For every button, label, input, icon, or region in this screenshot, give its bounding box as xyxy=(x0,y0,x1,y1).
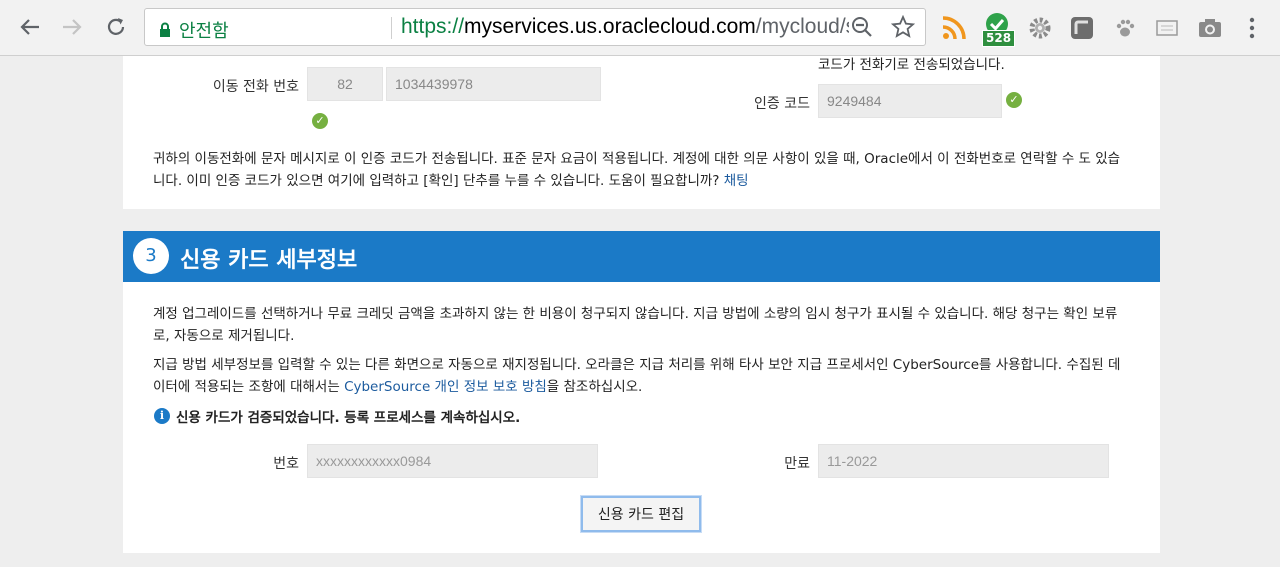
paw-icon xyxy=(1116,19,1135,37)
expiry-field[interactable]: 11-2022 xyxy=(818,444,1109,478)
code-sent-message: 코드가 전화기로 전송되었습니다. xyxy=(818,57,1005,73)
forward-arrow-icon xyxy=(63,19,82,35)
rss-icon xyxy=(942,16,966,40)
credit-card-section-header: 3 신용 카드 세부정보 xyxy=(123,231,1160,282)
forward-button[interactable] xyxy=(57,12,87,42)
more-vertical-icon xyxy=(1249,17,1255,39)
secure-label: 안전함 xyxy=(179,21,229,42)
star-icon xyxy=(890,14,916,38)
page-content: 이동 전화 번호 82 1034439978 ✓ 코드가 전화기로 전송되었습니… xyxy=(0,56,1280,567)
url-text[interactable]: https://myservices.us.oraclecloud.com/my… xyxy=(401,15,849,39)
zoom-button[interactable] xyxy=(851,16,873,42)
secure-indicator[interactable]: 안전함 xyxy=(159,17,229,43)
code-verified-check-icon: ✓ xyxy=(1006,92,1022,108)
menu-button[interactable] xyxy=(1238,14,1266,42)
card-number-field[interactable]: xxxxxxxxxxxx0984 xyxy=(307,444,598,478)
reload-button[interactable] xyxy=(101,12,131,42)
bookmark-button[interactable] xyxy=(890,14,916,43)
zoom-out-icon xyxy=(852,17,872,37)
app-square-icon xyxy=(1071,17,1093,39)
keyboard-extension[interactable] xyxy=(1153,14,1181,42)
rss-extension[interactable] xyxy=(940,14,968,42)
redirect-notice: 지급 방법 세부정보를 입력할 수 있는 다른 화면으로 자동으로 재지정됩니다… xyxy=(153,354,1131,398)
paw-extension[interactable] xyxy=(1111,14,1139,42)
settings-extension[interactable] xyxy=(1026,14,1054,42)
gear-icon xyxy=(1029,17,1051,39)
url-separator xyxy=(391,17,392,39)
phone-number-field[interactable]: 1034439978 xyxy=(386,67,601,101)
address-bar[interactable]: 안전함 https://myservices.us.oraclecloud.co… xyxy=(144,8,926,46)
step-number-badge: 3 xyxy=(133,238,169,274)
phone-verified-check-icon: ✓ xyxy=(312,113,328,129)
url-host: myservices.us.oraclecloud.com xyxy=(464,15,756,38)
edit-credit-card-button[interactable]: 신용 카드 편집 xyxy=(581,496,701,532)
expiry-label: 만료 xyxy=(784,456,810,472)
country-code-field[interactable]: 82 xyxy=(307,67,383,101)
url-scheme: https:// xyxy=(401,15,465,38)
card-verified-message: 신용 카드가 검증되었습니다. 등록 프로세스를 계속하십시오. xyxy=(176,410,521,426)
keyboard-icon xyxy=(1156,20,1178,36)
billing-notice: 계정 업그레이드를 선택하거나 무료 크레딧 금액을 초과하지 않는 한 비용이… xyxy=(153,306,1118,344)
square-extension[interactable] xyxy=(1068,14,1096,42)
camera-extension[interactable] xyxy=(1196,14,1224,42)
browser-toolbar: 안전함 https://myservices.us.oraclecloud.co… xyxy=(0,0,1280,56)
checker-extension[interactable]: 528 xyxy=(982,12,1016,47)
back-button[interactable] xyxy=(15,12,45,42)
code-label: 인증 코드 xyxy=(754,96,810,112)
reload-icon xyxy=(107,18,125,35)
phone-info-body: 귀하의 이동전화에 문자 메시지로 이 인증 코드가 전송됩니다. 표준 문자 … xyxy=(153,151,1121,189)
cybersource-privacy-link[interactable]: CyberSource 개인 정보 보호 방침 xyxy=(344,379,547,395)
camera-icon xyxy=(1199,19,1221,37)
info-icon: i xyxy=(154,408,170,424)
extension-badge: 528 xyxy=(982,30,1016,47)
verification-code-field[interactable]: 9249484 xyxy=(818,84,1002,118)
card-verified-banner: i 신용 카드가 검증되었습니다. 등록 프로세스를 계속하십시오. xyxy=(154,406,520,426)
redirect-notice-tail: 을 참조하십시오. xyxy=(546,379,643,395)
section-title: 신용 카드 세부정보 xyxy=(180,248,358,273)
url-path: /mycloud/signup?l... xyxy=(755,15,849,38)
phone-label: 이동 전화 번호 xyxy=(212,79,299,95)
chat-link[interactable]: 채팅 xyxy=(724,173,749,189)
back-arrow-icon xyxy=(20,19,39,35)
lock-icon xyxy=(160,22,170,37)
card-number-label: 번호 xyxy=(273,456,299,472)
phone-info-text: 귀하의 이동전화에 문자 메시지로 이 인증 코드가 전송됩니다. 표준 문자 … xyxy=(153,148,1131,192)
